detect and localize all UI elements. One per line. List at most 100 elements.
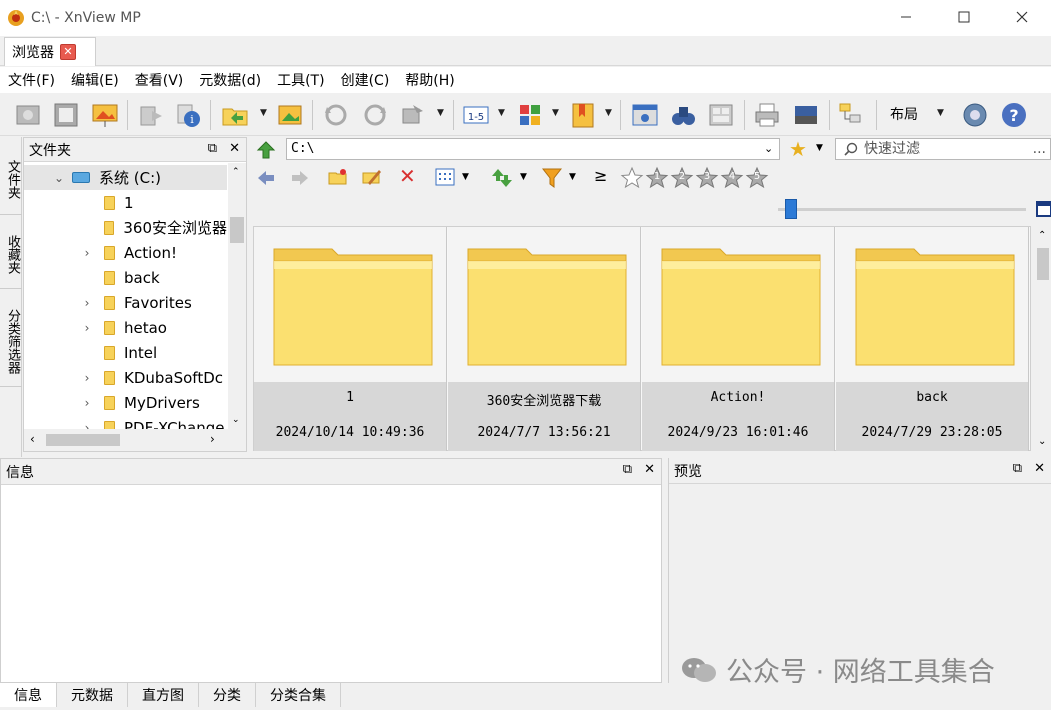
tab-browser[interactable]: 浏览器 ✕	[4, 37, 96, 66]
scroll-right-icon[interactable]: ›	[210, 432, 215, 446]
tree-item[interactable]: 360安全浏览器	[24, 215, 227, 240]
bookmark-icon[interactable]	[569, 101, 597, 129]
chevron-right-icon[interactable]: ›	[80, 321, 94, 335]
move-to-folder-icon[interactable]	[221, 101, 249, 129]
slideshow-icon[interactable]	[91, 101, 119, 129]
tree-vertical-scrollbar[interactable]: ⌃ ⌄	[228, 163, 246, 429]
star-rating-3-icon[interactable]: 3	[695, 166, 719, 190]
filter-dropdown-icon[interactable]: ▼	[569, 172, 576, 182]
address-path-input[interactable]: C:\	[286, 138, 780, 160]
menu-metadata[interactable]: 元数据(d)	[191, 70, 269, 90]
tree-item[interactable]: ⌄ 系统 (C:)	[24, 165, 227, 190]
tree-item[interactable]: › hetao	[24, 315, 227, 340]
sort-icon[interactable]	[491, 167, 513, 189]
thumbnail-scrollbar[interactable]: ⌃ ⌄	[1035, 226, 1051, 451]
filter-more-button[interactable]: ...	[1033, 139, 1046, 159]
tree-item[interactable]: back	[24, 265, 227, 290]
star-rating-2-icon[interactable]: 2	[670, 166, 694, 190]
star-rating-4-icon[interactable]: 4	[720, 166, 744, 190]
menu-view[interactable]: 查看(V)	[127, 70, 192, 90]
color-label-icon[interactable]	[516, 101, 544, 129]
view-toggle-icon[interactable]	[1036, 201, 1051, 217]
side-tab-folders[interactable]: 文件夹	[0, 145, 22, 215]
menu-tools[interactable]: 工具(T)	[269, 70, 332, 90]
rating-operator[interactable]: ≥	[594, 166, 607, 185]
scroll-up-icon[interactable]: ⌃	[232, 167, 240, 177]
scan-icon[interactable]	[792, 101, 820, 129]
tree-item[interactable]: 1	[24, 190, 227, 215]
scroll-up-icon[interactable]: ⌃	[1038, 230, 1046, 241]
menu-file[interactable]: 文件(F)	[0, 70, 63, 90]
forward-arrow-icon[interactable]	[290, 168, 310, 188]
thumbnail-item[interactable]: 1 2024/10/14 10:49:36	[254, 227, 447, 451]
scroll-down-icon[interactable]: ⌄	[232, 415, 240, 425]
menu-help[interactable]: 帮助(H)	[397, 70, 462, 90]
rename-icon[interactable]	[362, 167, 382, 187]
scroll-left-icon[interactable]: ‹	[30, 432, 35, 446]
chevron-down-icon[interactable]: ⌄	[52, 171, 66, 185]
chevron-right-icon[interactable]: ›	[80, 371, 94, 385]
layout-button[interactable]: 布局	[890, 104, 918, 124]
settings-gear-icon[interactable]	[961, 101, 989, 129]
parent-folder-up-icon[interactable]	[256, 140, 276, 160]
chevron-right-icon[interactable]: ›	[80, 246, 94, 260]
address-dropdown-icon[interactable]: ⌄	[764, 142, 773, 155]
rating-icon[interactable]: 1-5	[462, 101, 490, 129]
undock-icon[interactable]: ⧉	[623, 462, 632, 477]
favorite-star-icon[interactable]: ★	[789, 137, 807, 161]
panel-close-icon[interactable]: ✕	[644, 462, 655, 477]
tree-item[interactable]: › PDF-XChange	[24, 415, 227, 429]
tab-category-sets[interactable]: 分类合集	[256, 683, 341, 707]
fullscreen-icon[interactable]	[52, 101, 80, 129]
star-rating-5-icon[interactable]: 5	[745, 166, 769, 190]
menu-edit[interactable]: 编辑(E)	[63, 70, 127, 90]
chevron-right-icon[interactable]: ›	[80, 296, 94, 310]
view-mode-icon[interactable]	[435, 168, 455, 186]
chevron-right-icon[interactable]: ›	[80, 396, 94, 410]
tree-item[interactable]: › MyDrivers	[24, 390, 227, 415]
minimize-button[interactable]	[877, 0, 935, 34]
print-icon[interactable]	[753, 101, 781, 129]
thumbnail-item[interactable]: 360安全浏览器下载 2024/7/7 13:56:21	[448, 227, 641, 451]
back-arrow-icon[interactable]	[256, 168, 276, 188]
tab-close-icon[interactable]: ✕	[60, 44, 76, 60]
thumbnail-size-slider[interactable]	[778, 208, 1026, 211]
tree-view-icon[interactable]	[837, 101, 865, 129]
tree-item[interactable]: › Favorites	[24, 290, 227, 315]
tree-item[interactable]: Intel	[24, 340, 227, 365]
tab-histogram[interactable]: 直方图	[128, 683, 199, 707]
quick-filter-input[interactable]: 快速过滤 ...	[835, 138, 1051, 160]
panel-close-icon[interactable]: ✕	[229, 141, 240, 156]
menu-create[interactable]: 创建(C)	[333, 70, 398, 90]
tree-item[interactable]: › KDubaSoftDc	[24, 365, 227, 390]
chevron-right-icon[interactable]: ›	[80, 421, 94, 430]
scroll-thumb[interactable]	[230, 217, 244, 243]
new-folder-icon[interactable]	[328, 167, 348, 187]
transform-icon[interactable]	[399, 101, 427, 129]
sort-dropdown-icon[interactable]: ▼	[520, 172, 527, 182]
close-window-button[interactable]	[993, 0, 1051, 34]
contact-sheet-icon[interactable]	[707, 101, 735, 129]
tab-category[interactable]: 分类	[199, 683, 256, 707]
panel-close-icon[interactable]: ✕	[1034, 461, 1045, 476]
find-icon[interactable]	[669, 101, 697, 129]
favorite-dropdown-icon[interactable]: ▼	[816, 143, 823, 153]
side-tab-category-filter[interactable]: 分类筛选器	[0, 297, 22, 387]
rotate-right-icon[interactable]	[361, 101, 389, 129]
maximize-button[interactable]	[935, 0, 993, 34]
tree-horizontal-scrollbar[interactable]: ‹ ›	[24, 429, 246, 451]
side-tab-favorites[interactable]: 收藏夹	[0, 221, 22, 289]
star-rating-1-icon[interactable]: 1	[645, 166, 669, 190]
tree-item[interactable]: › Action!	[24, 240, 227, 265]
thumbnail-item[interactable]: Action! 2024/9/23 16:01:46	[642, 227, 835, 451]
open-viewer-icon[interactable]	[14, 101, 42, 129]
compare-icon[interactable]	[137, 101, 165, 129]
capture-icon[interactable]	[631, 101, 659, 129]
thumbnail-size-slider-thumb[interactable]	[785, 199, 797, 219]
rotate-left-icon[interactable]	[322, 101, 350, 129]
star-empty-icon[interactable]	[620, 166, 644, 190]
undock-icon[interactable]: ⧉	[1013, 461, 1022, 476]
tab-metadata[interactable]: 元数据	[57, 683, 128, 707]
scroll-down-icon[interactable]: ⌄	[1038, 436, 1046, 447]
tab-info[interactable]: 信息	[0, 683, 57, 707]
